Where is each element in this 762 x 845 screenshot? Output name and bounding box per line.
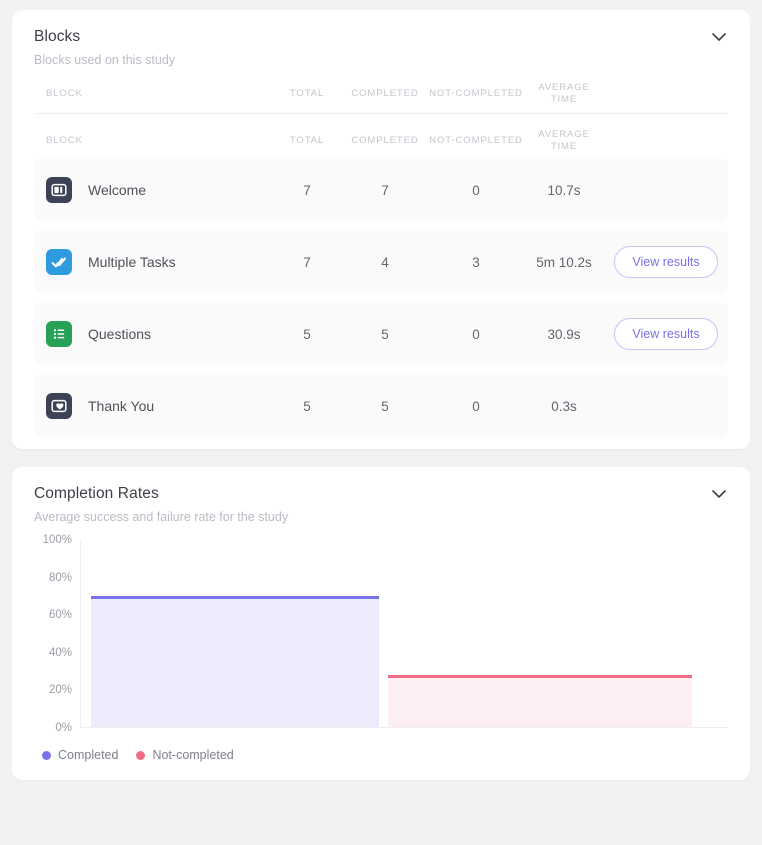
blocks-card-title: Blocks xyxy=(34,28,81,45)
block-name-cell: Multiple Tasks xyxy=(34,249,272,275)
legend-dot-icon xyxy=(42,750,51,760)
block-completed-value: 5 xyxy=(381,326,389,342)
block-name-label: Thank You xyxy=(88,398,155,414)
block-total-value: 5 xyxy=(303,398,311,414)
legend-label: Completed xyxy=(58,748,119,762)
legend-item-not-completed[interactable]: Not-completed xyxy=(136,748,234,762)
list-icon xyxy=(46,321,72,347)
column-header-not-completed-2: NOT-COMPLETED xyxy=(429,134,523,146)
block-average-time-value: 30.9s xyxy=(547,326,581,342)
legend-item-completed[interactable]: Completed xyxy=(42,748,118,762)
column-header-completed: COMPLETED xyxy=(351,88,419,99)
block-completed-value: 7 xyxy=(381,182,389,198)
block-not-completed-value: 3 xyxy=(472,254,480,270)
y-axis-tick: 100% xyxy=(42,534,72,546)
block-average-time-value: 10.7s xyxy=(547,182,581,198)
view-results-button[interactable]: View results xyxy=(614,246,718,278)
column-header-total-2: TOTAL xyxy=(289,134,325,146)
completion-chart: 100% 80% 60% 40% 20% 0% Completed Not-co… xyxy=(12,524,750,780)
y-axis-tick: 0% xyxy=(55,722,72,734)
column-header-average-time: AVERAGE TIME xyxy=(538,82,590,105)
block-name-label: Questions xyxy=(88,326,152,342)
table-header-secondary: BLOCK TOTAL COMPLETED NOT-COMPLETED AVER… xyxy=(34,113,728,159)
blocks-card: Blocks Blocks used on this study BLOCK T… xyxy=(12,10,750,449)
column-header-block: BLOCK xyxy=(46,88,83,99)
chart-bars xyxy=(80,540,728,728)
block-name-cell: Welcome xyxy=(34,177,272,203)
view-results-button[interactable]: View results xyxy=(614,318,718,350)
block-action-cell: View results xyxy=(604,318,728,350)
block-total-value: 7 xyxy=(303,182,311,198)
completion-card-header: Completion Rates Average success and fai… xyxy=(12,467,750,524)
series-fill-not-completed xyxy=(388,674,693,727)
chevron-down-icon[interactable] xyxy=(710,28,728,46)
legend-dot-icon xyxy=(136,750,146,760)
y-axis-tick: 20% xyxy=(48,684,72,697)
blocks-card-subtitle: Blocks used on this study xyxy=(34,53,176,67)
series-fill-completed xyxy=(90,596,379,727)
completion-card-title: Completion Rates xyxy=(34,485,159,502)
y-axis-tick: 60% xyxy=(48,609,72,622)
block-average-time-value: 5m 10.2s xyxy=(536,254,592,270)
table-row[interactable]: Welcome 7 7 0 10.7s xyxy=(34,159,728,221)
column-header-total: TOTAL xyxy=(289,88,325,99)
block-average-time-value: 0.3s xyxy=(551,398,577,414)
block-name-cell: Thank You xyxy=(34,393,272,419)
completion-rates-card: Completion Rates Average success and fai… xyxy=(12,467,750,780)
block-name-label: Welcome xyxy=(88,182,147,198)
block-completed-value: 5 xyxy=(381,398,389,414)
block-completed-value: 4 xyxy=(381,254,389,270)
column-header-average-time-2: AVERAGE TIME xyxy=(538,128,590,152)
block-not-completed-value: 0 xyxy=(472,398,480,414)
completion-card-subtitle: Average success and failure rate for the… xyxy=(34,510,289,524)
legend-label: Not-completed xyxy=(152,748,234,762)
block-total-value: 5 xyxy=(303,326,311,342)
chart-legend: Completed Not-completed xyxy=(34,748,728,762)
table-row[interactable]: Thank You 5 5 0 0.3s xyxy=(34,375,728,437)
chart-y-axis: 100% 80% 60% 40% 20% 0% xyxy=(34,534,80,734)
page-root: Blocks Blocks used on this study BLOCK T… xyxy=(0,0,762,845)
chevron-down-icon[interactable] xyxy=(710,485,728,503)
column-header-not-completed: NOT-COMPLETED xyxy=(429,88,523,99)
double-check-icon xyxy=(46,249,72,275)
series-cap-not-completed xyxy=(388,674,693,678)
blocks-table: BLOCK TOTAL COMPLETED NOT-COMPLETED AVER… xyxy=(12,67,750,449)
table-row[interactable]: Questions 5 5 0 30.9s View results xyxy=(34,303,728,365)
table-row[interactable]: Multiple Tasks 7 4 3 5m 10.2s View resul… xyxy=(34,231,728,293)
block-not-completed-value: 0 xyxy=(472,182,480,198)
block-total-value: 7 xyxy=(303,254,311,270)
block-action-cell: View results xyxy=(604,246,728,278)
chart-series-completed[interactable] xyxy=(90,596,379,727)
chart-series-not-completed[interactable] xyxy=(388,674,693,727)
table-header-primary: BLOCK TOTAL COMPLETED NOT-COMPLETED AVER… xyxy=(34,67,728,113)
block-name-label: Multiple Tasks xyxy=(88,254,176,270)
heart-card-icon xyxy=(46,393,72,419)
column-header-block-2: BLOCK xyxy=(46,134,83,146)
blocks-card-header: Blocks Blocks used on this study xyxy=(12,10,750,67)
welcome-screen-icon xyxy=(46,177,72,203)
block-not-completed-value: 0 xyxy=(472,326,480,342)
y-axis-tick: 80% xyxy=(48,571,72,584)
column-header-completed-2: COMPLETED xyxy=(351,134,419,146)
y-axis-tick: 40% xyxy=(48,646,72,659)
series-cap-completed xyxy=(90,596,379,600)
chart-plot-area: 100% 80% 60% 40% 20% 0% xyxy=(34,534,728,734)
block-name-cell: Questions xyxy=(34,321,272,347)
